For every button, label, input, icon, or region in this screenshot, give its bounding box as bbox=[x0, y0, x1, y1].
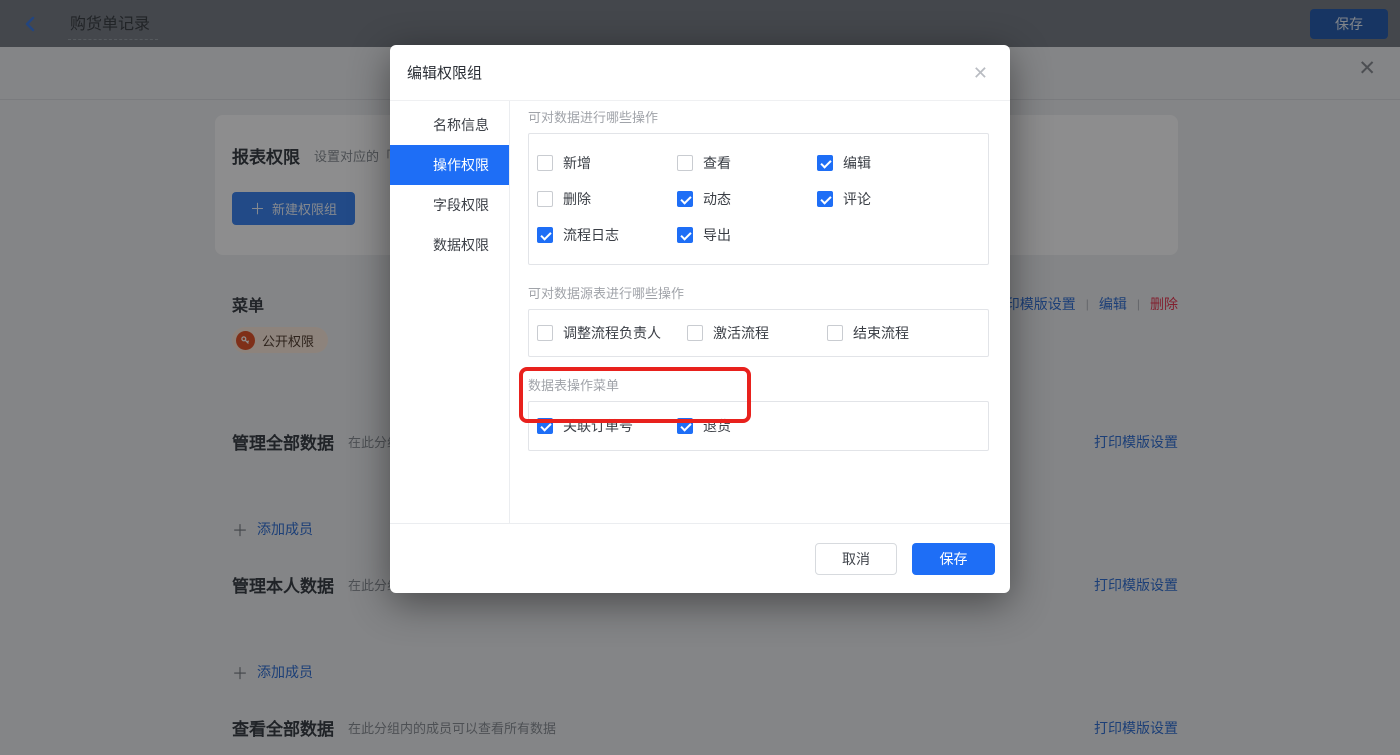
checkbox-item-adjust-owner[interactable]: 调整流程负责人 bbox=[537, 323, 687, 343]
checkbox-item-add[interactable]: 新增 bbox=[537, 145, 677, 181]
cancel-button[interactable]: 取消 bbox=[815, 542, 897, 575]
checkbox-item-edit[interactable]: 编辑 bbox=[817, 145, 957, 181]
checkbox[interactable] bbox=[677, 418, 693, 434]
dialog-footer: 取消 保存 bbox=[390, 523, 1010, 593]
checkbox-item-activate-process[interactable]: 激活流程 bbox=[687, 323, 827, 343]
checkbox-item-view[interactable]: 查看 bbox=[677, 145, 817, 181]
dialog-title: 编辑权限组 bbox=[407, 65, 483, 82]
checkbox[interactable] bbox=[817, 155, 833, 171]
checkbox-item-dynamic[interactable]: 动态 bbox=[677, 181, 817, 217]
checkbox-item-export[interactable]: 导出 bbox=[677, 217, 817, 253]
dialog-content: 可对数据进行哪些操作 新增 查看 编辑 删除 动态 评论 流程日志 导出 可对数… bbox=[510, 101, 1010, 523]
checkbox[interactable] bbox=[827, 325, 843, 341]
checkbox[interactable] bbox=[537, 418, 553, 434]
checkbox-item-related-order[interactable]: 关联订单号 bbox=[537, 416, 677, 436]
checkbox[interactable] bbox=[677, 155, 693, 171]
close-icon[interactable]: ✕ bbox=[973, 64, 988, 82]
checkbox[interactable] bbox=[817, 191, 833, 207]
checkbox-item-end-process[interactable]: 结束流程 bbox=[827, 323, 967, 343]
checkbox-item-return-goods[interactable]: 退货 bbox=[677, 416, 817, 436]
tab-field-permission[interactable]: 字段权限 bbox=[390, 185, 509, 225]
section-label-data-ops: 可对数据进行哪些操作 bbox=[528, 110, 659, 125]
checkbox[interactable] bbox=[537, 227, 553, 243]
checkbox[interactable] bbox=[537, 155, 553, 171]
section-label-datasource-ops: 可对数据源表进行哪些操作 bbox=[528, 286, 685, 301]
tab-operation-permission[interactable]: 操作权限 bbox=[390, 145, 509, 185]
tab-name-info[interactable]: 名称信息 bbox=[390, 105, 509, 145]
checkbox[interactable] bbox=[677, 227, 693, 243]
tab-data-permission[interactable]: 数据权限 bbox=[390, 225, 509, 265]
data-operations-box: 新增 查看 编辑 删除 动态 评论 流程日志 导出 bbox=[528, 133, 989, 265]
checkbox-item-process-log[interactable]: 流程日志 bbox=[537, 217, 677, 253]
datasource-operations-box: 调整流程负责人 激活流程 结束流程 bbox=[528, 309, 989, 357]
edit-permission-group-dialog: 编辑权限组 ✕ 名称信息 操作权限 字段权限 数据权限 可对数据进行哪些操作 新… bbox=[390, 45, 1010, 593]
checkbox[interactable] bbox=[537, 191, 553, 207]
screen: 购货单记录 保存 ✕ 报表权限 设置对应的「 ＋ 新建权限组 菜单 打印模版设置… bbox=[0, 0, 1400, 755]
dialog-header: 编辑权限组 ✕ bbox=[390, 45, 1010, 101]
table-menu-box: 关联订单号 退货 bbox=[528, 401, 989, 451]
checkbox[interactable] bbox=[677, 191, 693, 207]
checkbox[interactable] bbox=[687, 325, 703, 341]
save-button[interactable]: 保存 bbox=[912, 542, 995, 575]
dialog-tabs: 名称信息 操作权限 字段权限 数据权限 bbox=[390, 101, 510, 523]
checkbox-item-comment[interactable]: 评论 bbox=[817, 181, 957, 217]
section-label-table-menu: 数据表操作菜单 bbox=[528, 378, 620, 393]
checkbox-item-delete[interactable]: 删除 bbox=[537, 181, 677, 217]
checkbox[interactable] bbox=[537, 325, 553, 341]
